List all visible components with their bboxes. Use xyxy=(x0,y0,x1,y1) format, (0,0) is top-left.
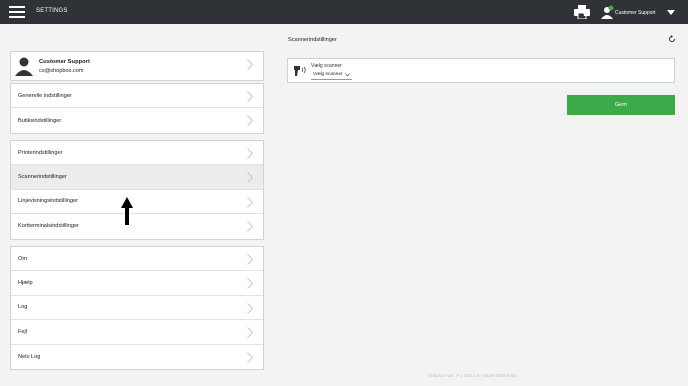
barcode-scanner-icon xyxy=(294,66,306,76)
menu-item-label: Generelle indstillinger xyxy=(18,92,72,99)
scanner-field-label: Vælg scanner xyxy=(311,63,342,69)
menu-item-label: Hjælp xyxy=(18,280,33,287)
menu-item-label: Kortterminalsindstillinger xyxy=(18,223,79,230)
chevron-down-icon[interactable] xyxy=(667,10,675,15)
chevron-right-icon xyxy=(247,278,253,290)
chevron-right-icon xyxy=(247,254,253,265)
menu-item-store-settings[interactable]: Butiksindstillinger xyxy=(11,108,263,132)
profile-email: cs@shopbox.com xyxy=(39,67,84,74)
printer-icon[interactable] xyxy=(574,5,590,19)
scanner-selection-card: Vælg scanner Vælg scanner xyxy=(287,58,675,83)
chevron-right-icon xyxy=(247,302,253,314)
chevron-down-icon xyxy=(345,73,350,77)
top-bar: SETTINGS Customer Support xyxy=(0,0,688,24)
menu-item-label: Log xyxy=(18,304,28,311)
save-button[interactable]: Gem xyxy=(567,95,675,115)
chevron-right-icon xyxy=(247,196,253,208)
chevron-right-icon xyxy=(247,351,253,363)
profile-row[interactable]: Customer Support cs@shopbox.com xyxy=(11,52,263,80)
avatar-icon xyxy=(15,57,33,76)
menu-item-label: Om xyxy=(18,255,28,262)
scanner-dropdown-value: Vælg scanner xyxy=(313,72,343,77)
profile-card[interactable]: Customer Support cs@shopbox.com xyxy=(10,51,264,81)
menu-item-nets-log[interactable]: Nets Log xyxy=(11,345,263,369)
menu-item-help[interactable]: Hjælp xyxy=(11,271,263,296)
menu-item-label: Printerindstillinger xyxy=(18,149,63,156)
menu-item-printer-settings[interactable]: Printerindstillinger xyxy=(11,141,263,166)
menu-item-label: Nets Log xyxy=(18,353,41,360)
menu-item-label: Fejl xyxy=(18,328,28,335)
annotation-arrow xyxy=(121,197,133,225)
settings-group-devices: Printerindstillinger Scannerindstillinge… xyxy=(10,140,264,240)
version-info: Shopbox ver. P 1.226.1.0 | 4526-4929-598… xyxy=(428,373,517,378)
menu-item-log[interactable]: Log xyxy=(11,296,263,321)
settings-group-general: Generelle indstillinger Butiksindstillin… xyxy=(10,83,264,134)
page-title: SETTINGS xyxy=(36,8,68,14)
menu-item-label: Butiksindstillinger xyxy=(18,117,62,124)
menu-item-scanner-settings[interactable]: Scannerindstillinger xyxy=(11,165,263,190)
chevron-right-icon xyxy=(247,91,253,102)
chevron-right-icon xyxy=(247,172,253,184)
menu-item-label: Scannerindstillinger xyxy=(18,174,67,181)
menu-item-about[interactable]: Om xyxy=(11,247,263,272)
chevron-right-icon xyxy=(247,115,253,127)
scanner-dropdown[interactable]: Vælg scanner xyxy=(311,70,352,80)
menu-item-general-settings[interactable]: Generelle indstillinger xyxy=(11,84,263,109)
chevron-right-icon xyxy=(247,327,253,339)
panel-title: Scannerindstillinger xyxy=(288,37,337,43)
refresh-icon[interactable] xyxy=(668,35,676,43)
user-name[interactable]: Customer Support xyxy=(615,10,656,16)
profile-name: Customer Support xyxy=(39,58,90,65)
menu-item-card-terminal-settings[interactable]: Kortterminalsindstillinger xyxy=(11,214,263,238)
chevron-right-icon xyxy=(247,59,253,70)
menu-item-label: Linjevisningsindstillinger xyxy=(18,198,79,205)
menu-item-errors[interactable]: Fejl xyxy=(11,320,263,345)
menu-item-line-display-settings[interactable]: Linjevisningsindstillinger xyxy=(11,190,263,215)
hamburger-menu-icon[interactable] xyxy=(9,6,25,18)
user-online-icon[interactable] xyxy=(600,5,614,19)
chevron-right-icon xyxy=(247,221,253,233)
chevron-right-icon xyxy=(247,148,253,159)
settings-group-info: Om Hjælp Log Fejl Nets Log xyxy=(10,246,264,370)
